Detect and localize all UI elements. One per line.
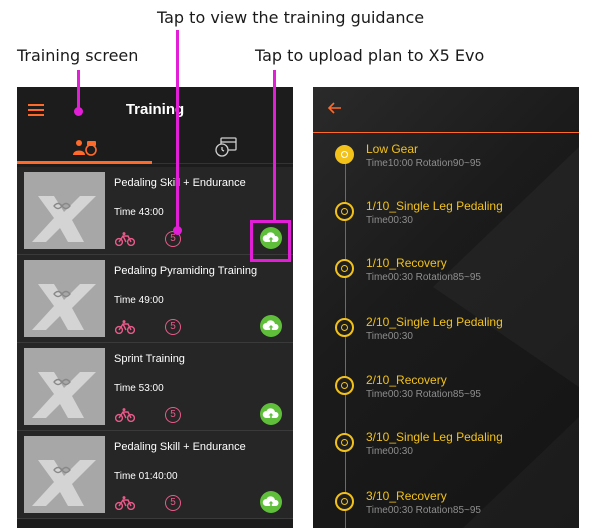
- tab-schedule[interactable]: [214, 136, 238, 163]
- bike-icon: [115, 408, 135, 422]
- training-card[interactable]: Pedaling Skill + Endurance Time 01:40:00…: [17, 431, 293, 519]
- step-marker-icon: [335, 202, 354, 221]
- count-badge: 5: [165, 495, 181, 511]
- step-meta: Time00:30 Rotation85~95: [366, 389, 481, 400]
- training-card[interactable]: Pedaling Pyramiding Training Time 49:00 …: [17, 255, 293, 343]
- step-meta: Time00:30: [366, 331, 413, 342]
- count-badge: 5: [165, 407, 181, 423]
- page-title: Training: [125, 101, 185, 118]
- training-guidance-screen: Low Gear Time10:00 Rotation90~95 1/10_Si…: [313, 87, 579, 528]
- training-title: Pedaling Skill + Endurance: [114, 441, 246, 453]
- training-thumbnail: [24, 172, 105, 249]
- cloud-upload-icon: [262, 320, 279, 330]
- annotation-upload: Tap to upload plan to X5 Evo: [255, 46, 485, 65]
- tab-training-plans[interactable]: [72, 139, 98, 162]
- training-screen: Training Pedaling Skill + Endurance Time…: [17, 87, 293, 528]
- top-bar: Training: [17, 87, 293, 133]
- person-bike-icon: [73, 140, 97, 156]
- training-card[interactable]: Sprint Training Time 53:00 5: [17, 343, 293, 431]
- timeline-step[interactable]: 2/10_Single Leg Pedaling Time00:30: [335, 315, 575, 355]
- guidance-pointer-dot: [173, 226, 182, 235]
- step-title: Low Gear: [366, 142, 419, 156]
- step-meta: Time00:30 Rotation85~95: [366, 505, 481, 516]
- upload-highlight-box: [250, 220, 291, 262]
- top-bar: [313, 87, 579, 133]
- timeline-step[interactable]: 3/10_Single Leg Pedaling Time00:30: [335, 430, 575, 470]
- calendar-clock-icon: [215, 137, 237, 157]
- cloud-upload-icon: [262, 408, 279, 418]
- step-title: 3/10_Recovery: [366, 489, 447, 503]
- training-thumbnail: [24, 436, 105, 513]
- step-marker-icon: [335, 433, 354, 452]
- training-title: Pedaling Pyramiding Training: [114, 265, 258, 277]
- bike-icon: [115, 320, 135, 334]
- timeline-step[interactable]: 1/10_Single Leg Pedaling Time00:30: [335, 199, 575, 239]
- back-arrow-icon[interactable]: [328, 102, 342, 114]
- annotation-guidance: Tap to view the training guidance: [157, 8, 425, 27]
- step-marker-icon: [335, 318, 354, 337]
- step-title: 2/10_Recovery: [366, 373, 447, 387]
- upload-button[interactable]: [260, 403, 282, 425]
- tab-bar: [17, 133, 293, 165]
- training-time: Time 43:00: [114, 207, 164, 218]
- training-thumbnail: [24, 348, 105, 425]
- upload-button[interactable]: [260, 491, 282, 513]
- timeline-step[interactable]: 2/10_Recovery Time00:30 Rotation85~95: [335, 373, 575, 413]
- step-marker-icon: [335, 492, 354, 511]
- count-badge: 5: [165, 319, 181, 335]
- step-title: 1/10_Single Leg Pedaling: [366, 199, 503, 213]
- bike-icon: [115, 496, 135, 510]
- bike-icon: [115, 232, 135, 246]
- guidance-pointer-line: [176, 30, 179, 230]
- step-marker-icon: [335, 376, 354, 395]
- upload-pointer-line: [273, 70, 276, 220]
- upload-button[interactable]: [260, 315, 282, 337]
- step-marker-icon: [335, 259, 354, 278]
- training-time: Time 53:00: [114, 383, 164, 394]
- training-time: Time 49:00: [114, 295, 164, 306]
- step-meta: Time10:00 Rotation90~95: [366, 158, 481, 169]
- step-title: 2/10_Single Leg Pedaling: [366, 315, 503, 329]
- training-time: Time 01:40:00: [114, 471, 178, 482]
- training-screen-pointer-line: [77, 70, 80, 112]
- cloud-upload-icon: [262, 496, 279, 506]
- annotation-training-screen: Training screen: [17, 46, 139, 65]
- timeline-step[interactable]: 3/10_Recovery Time00:30 Rotation85~95: [335, 489, 575, 528]
- step-marker-icon: [335, 145, 354, 164]
- step-title: 1/10_Recovery: [366, 256, 447, 270]
- training-title: Pedaling Skill + Endurance: [114, 177, 246, 189]
- timeline-step[interactable]: 1/10_Recovery Time00:30 Rotation85~95: [335, 256, 575, 296]
- step-meta: Time00:30 Rotation85~95: [366, 272, 481, 283]
- step-meta: Time00:30: [366, 215, 413, 226]
- training-screen-pointer-dot: [74, 107, 83, 116]
- step-meta: Time00:30: [366, 446, 413, 457]
- training-thumbnail: [24, 260, 105, 337]
- step-title: 3/10_Single Leg Pedaling: [366, 430, 503, 444]
- timeline-step[interactable]: Low Gear Time10:00 Rotation90~95: [335, 142, 575, 182]
- training-title: Sprint Training: [114, 353, 185, 365]
